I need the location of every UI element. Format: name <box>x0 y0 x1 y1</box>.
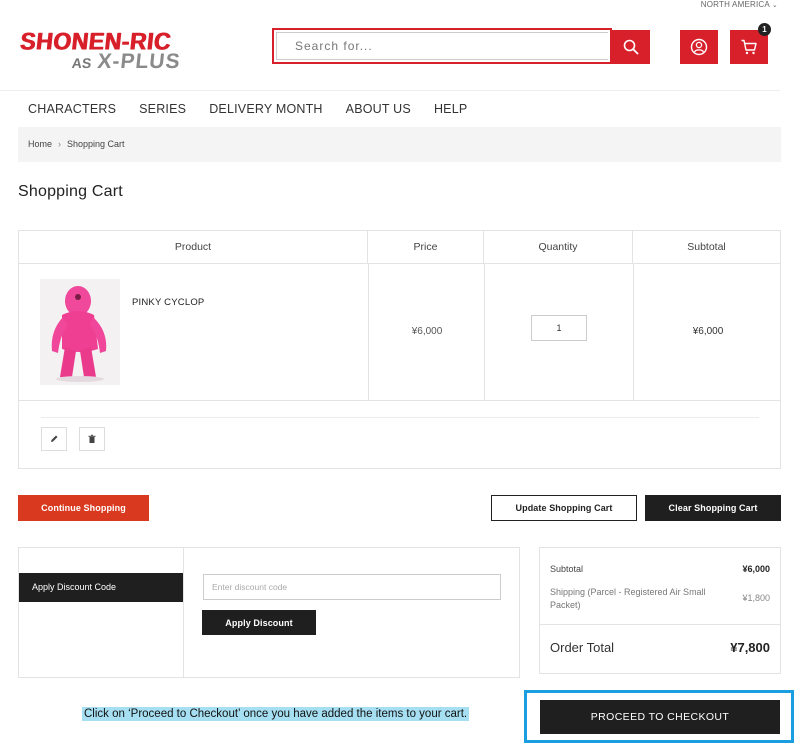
divider <box>183 548 184 677</box>
chevron-right-icon: › <box>58 139 62 149</box>
cart-table: Product Price Quantity Subtotal PINKY CY… <box>18 230 781 469</box>
clear-cart-button[interactable]: Clear Shopping Cart <box>645 495 781 521</box>
summary-shipping-row: Shipping (Parcel - Registered Air Small … <box>550 586 770 612</box>
logo-text-as: AS <box>71 55 93 71</box>
summary-total-value: ¥7,800 <box>730 640 770 655</box>
edit-item-button[interactable] <box>41 427 67 451</box>
summary-subtotal-label: Subtotal <box>550 564 584 574</box>
product-image[interactable] <box>40 279 120 385</box>
nav-item-delivery-month[interactable]: DELIVERY MONTH <box>209 91 322 127</box>
breadcrumb: Home › Shopping Cart <box>18 127 781 162</box>
column-header-quantity: Quantity <box>484 231 633 264</box>
search-icon <box>623 39 639 55</box>
search-button[interactable] <box>612 30 650 64</box>
nav-item-characters[interactable]: CHARACTERS <box>28 91 116 127</box>
main-nav: CHARACTERS SERIES DELIVERY MONTH ABOUT U… <box>0 90 780 126</box>
cart-count-badge: 1 <box>758 23 771 36</box>
continue-shopping-button[interactable]: Continue Shopping <box>18 495 149 521</box>
site-logo[interactable]: SHONEN-RIC AS X-PLUS <box>19 27 215 74</box>
summary-total-row: Order Total ¥7,800 <box>550 640 770 655</box>
pencil-icon <box>51 435 58 442</box>
product-price: ¥6,000 <box>411 326 443 337</box>
quantity-input[interactable] <box>531 315 587 341</box>
summary-shipping-value: ¥1,800 <box>742 593 770 603</box>
page-title: Shopping Cart <box>18 183 123 200</box>
instruction-callout: Click on ‘Proceed to Checkout’ once you … <box>82 707 470 721</box>
account-button[interactable] <box>680 30 718 64</box>
region-selector[interactable]: NORTH AMERICA ⌄ <box>701 0 778 9</box>
divider <box>41 417 759 418</box>
search-box <box>272 28 612 64</box>
breadcrumb-home[interactable]: Home <box>28 139 52 149</box>
breadcrumb-current: Shopping Cart <box>67 139 125 149</box>
delete-item-button[interactable] <box>79 427 105 451</box>
logo-text-xplus: X-PLUS <box>96 50 182 73</box>
column-header-price: Price <box>368 231 484 264</box>
column-header-product: Product <box>19 231 368 264</box>
user-icon <box>690 38 708 56</box>
update-cart-button[interactable]: Update Shopping Cart <box>491 495 637 521</box>
cart-icon <box>741 39 757 55</box>
trash-icon <box>88 434 96 443</box>
product-subtotal: ¥6,000 <box>692 326 724 337</box>
apply-discount-button[interactable]: Apply Discount <box>202 610 316 635</box>
proceed-to-checkout-button[interactable]: PROCEED TO CHECKOUT <box>540 700 780 734</box>
pink-figure-image <box>40 279 120 385</box>
nav-item-series[interactable]: SERIES <box>139 91 186 127</box>
column-header-subtotal: Subtotal <box>633 231 780 264</box>
divider <box>540 624 780 625</box>
order-summary: Subtotal ¥6,000 Shipping (Parcel - Regis… <box>539 547 781 674</box>
logo-text-line2: AS X-PLUS <box>71 50 182 74</box>
summary-shipping-label: Shipping (Parcel - Registered Air Small … <box>550 587 706 610</box>
discount-code-input[interactable] <box>203 574 501 600</box>
chevron-down-icon: ⌄ <box>771 2 778 9</box>
summary-total-label: Order Total <box>550 640 615 655</box>
summary-subtotal-row: Subtotal ¥6,000 <box>550 564 770 574</box>
nav-item-help[interactable]: HELP <box>434 91 467 127</box>
nav-item-about-us[interactable]: ABOUT US <box>346 91 411 127</box>
summary-subtotal-value: ¥6,000 <box>742 564 770 574</box>
region-label: NORTH AMERICA <box>700 0 770 9</box>
search-input[interactable] <box>276 32 608 60</box>
product-name[interactable]: PINKY CYCLOP <box>132 297 204 308</box>
discount-tab[interactable]: Apply Discount Code <box>19 573 183 602</box>
